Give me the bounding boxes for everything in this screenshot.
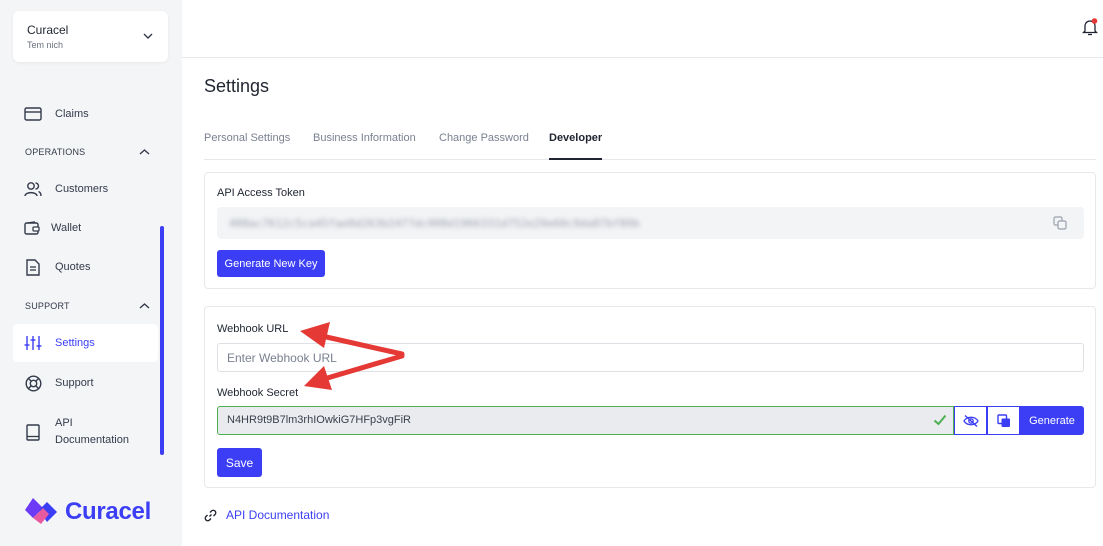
sidebar-item-label: Settings	[55, 336, 95, 349]
card-icon	[24, 105, 42, 123]
section-label: SUPPORT	[25, 301, 70, 311]
sidebar-item-claims[interactable]: Claims	[13, 95, 158, 133]
wallet-icon	[23, 219, 41, 237]
book-icon	[24, 423, 42, 441]
settings-tabs: Personal Settings Business Information C…	[204, 132, 1096, 160]
sidebar-item-wallet[interactable]: Wallet	[13, 209, 158, 247]
sidebar-item-label: Wallet	[51, 221, 82, 234]
section-label: OPERATIONS	[25, 147, 86, 157]
sidebar-item-label: API Documentation	[55, 417, 129, 446]
sidebar: Curacel Tem nich Claims OPERATIONS Custo…	[0, 0, 182, 546]
check-icon	[933, 414, 947, 426]
curacel-logo: Curacel	[23, 496, 151, 528]
chevron-up-icon	[139, 149, 150, 155]
sidebar-item-quotes[interactable]: Quotes	[13, 248, 158, 286]
sidebar-item-settings[interactable]: Settings	[13, 324, 158, 362]
api-documentation-link-text: API Documentation	[226, 508, 330, 522]
copy-icon[interactable]	[1053, 216, 1067, 230]
generate-new-key-button[interactable]: Generate New Key	[217, 250, 325, 277]
sidebar-item-customers[interactable]: Customers	[13, 170, 158, 208]
tab-personal-settings[interactable]: Personal Settings	[204, 132, 290, 160]
notification-bell-icon[interactable]	[1082, 18, 1098, 36]
users-icon	[24, 180, 42, 198]
page-title: Settings	[204, 76, 270, 96]
toggle-visibility-button[interactable]	[954, 406, 987, 435]
curacel-logo-icon	[25, 498, 57, 524]
api-token-value: 408ac7612c5ca45fae0d263b2477dc908d196633…	[229, 217, 640, 230]
tab-change-password[interactable]: Change Password	[439, 132, 529, 160]
sidebar-item-label: Claims	[55, 107, 89, 120]
webhook-secret-row: N4HR9t9B7lm3rhIOwkiG7HFp3vgFiR Generate	[217, 406, 1084, 435]
sidebar-item-label: Customers	[55, 182, 109, 195]
chevron-up-icon	[139, 303, 150, 309]
org-name: Curacel	[27, 23, 69, 37]
webhook-url-input[interactable]: Enter Webhook URL	[217, 343, 1084, 372]
section-operations[interactable]: OPERATIONS	[25, 145, 150, 159]
document-icon	[24, 258, 42, 276]
webhook-secret-value: N4HR9t9B7lm3rhIOwkiG7HFp3vgFiR	[227, 414, 411, 426]
logo-wordmark: Curacel	[65, 498, 151, 525]
sidebar-item-support[interactable]: Support	[13, 364, 158, 402]
webhook-secret-label: Webhook Secret	[217, 387, 299, 399]
sidebar-item-api-documentation[interactable]: API Documentation	[13, 410, 158, 454]
save-button[interactable]: Save	[217, 448, 262, 477]
top-bar	[182, 0, 1103, 58]
webhook-secret-input[interactable]: N4HR9t9B7lm3rhIOwkiG7HFp3vgFiR	[217, 406, 954, 435]
generate-secret-button[interactable]: Generate	[1020, 406, 1084, 435]
org-team: Tem nich	[27, 40, 64, 50]
chevron-down-icon	[143, 33, 153, 39]
copy-secret-button[interactable]	[987, 406, 1020, 435]
tab-business-information[interactable]: Business Information	[313, 132, 416, 160]
lifebuoy-icon	[24, 374, 42, 392]
api-token-field: 408ac7612c5ca45fae0d263b2477dc908d196633…	[217, 207, 1084, 239]
sidebar-item-label: Quotes	[55, 260, 91, 273]
webhook-url-label: Webhook URL	[217, 323, 289, 335]
api-documentation-link[interactable]: API Documentation	[204, 508, 329, 522]
webhook-url-placeholder: Enter Webhook URL	[227, 351, 337, 365]
api-token-card: API Access Token 408ac7612c5ca45fae0d263…	[204, 172, 1096, 289]
sliders-icon	[24, 334, 42, 352]
eye-off-icon	[962, 414, 979, 427]
link-icon	[204, 509, 217, 521]
section-support[interactable]: SUPPORT	[25, 299, 150, 313]
webhook-card: Webhook URL Enter Webhook URL Webhook Se…	[204, 306, 1096, 488]
org-switcher[interactable]: Curacel Tem nich	[13, 11, 168, 62]
api-token-label: API Access Token	[217, 187, 305, 199]
sidebar-item-label: Support	[55, 376, 94, 389]
sidebar-scrollbar[interactable]	[160, 226, 164, 455]
copy-icon	[996, 413, 1010, 427]
tab-developer[interactable]: Developer	[549, 132, 603, 160]
